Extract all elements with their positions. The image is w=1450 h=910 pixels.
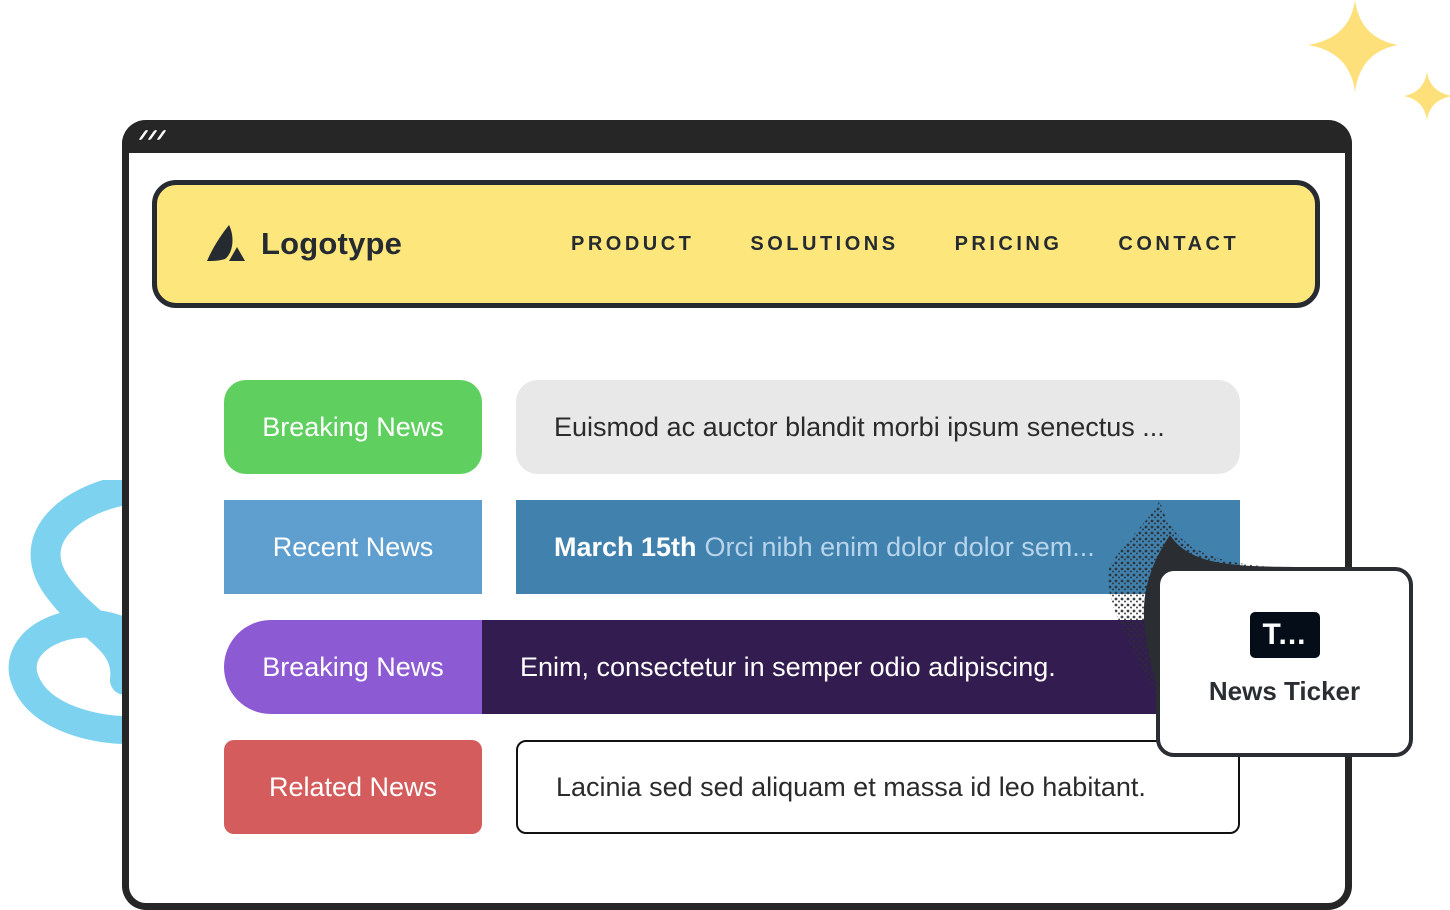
ticker-label-breaking-news[interactable]: Breaking News	[224, 620, 482, 714]
window-dots	[138, 130, 167, 140]
ticker-label-related-news[interactable]: Related News	[224, 740, 482, 834]
logo-text: Logotype	[261, 226, 403, 261]
logo[interactable]: Logotype	[205, 223, 402, 265]
ticker-date: March 15th	[554, 531, 697, 562]
ticker-content[interactable]: Euismod ac auctor blandit morbi ipsum se…	[516, 380, 1240, 474]
window-titlebar	[122, 120, 1352, 153]
logo-icon	[207, 225, 245, 261]
nav-item-solutions[interactable]: SOLUTIONS	[750, 233, 898, 256]
ticker-content[interactable]: Lacinia sed sed aliquam et massa id leo …	[516, 740, 1240, 834]
nav-item-product[interactable]: PRODUCT	[571, 233, 694, 256]
ticker-label-breaking-news[interactable]: Breaking News	[224, 380, 482, 474]
squiggle-decoration	[8, 480, 130, 744]
navbar: Logotype PRODUCT SOLUTIONS PRICING CONTA…	[152, 180, 1320, 308]
nav-item-pricing[interactable]: PRICING	[955, 233, 1063, 256]
sparkles-icon	[1308, 0, 1450, 120]
ticker-content[interactable]: Enim, consectetur in semper odio adipisc…	[482, 620, 1182, 714]
ticker-label-recent-news[interactable]: Recent News	[224, 500, 482, 594]
news-ticker-widget-card[interactable]: T... News Ticker	[1156, 567, 1413, 757]
widget-title: News Ticker	[1208, 675, 1361, 706]
ticker-message: Orci nibh enim dolor dolor sem...	[704, 531, 1095, 562]
window-dot	[156, 130, 167, 140]
news-ticker-icon: T...	[1249, 611, 1320, 658]
nav-menu: PRODUCT SOLUTIONS PRICING CONTACT	[571, 185, 1295, 303]
nav-item-contact[interactable]: CONTACT	[1118, 233, 1239, 256]
